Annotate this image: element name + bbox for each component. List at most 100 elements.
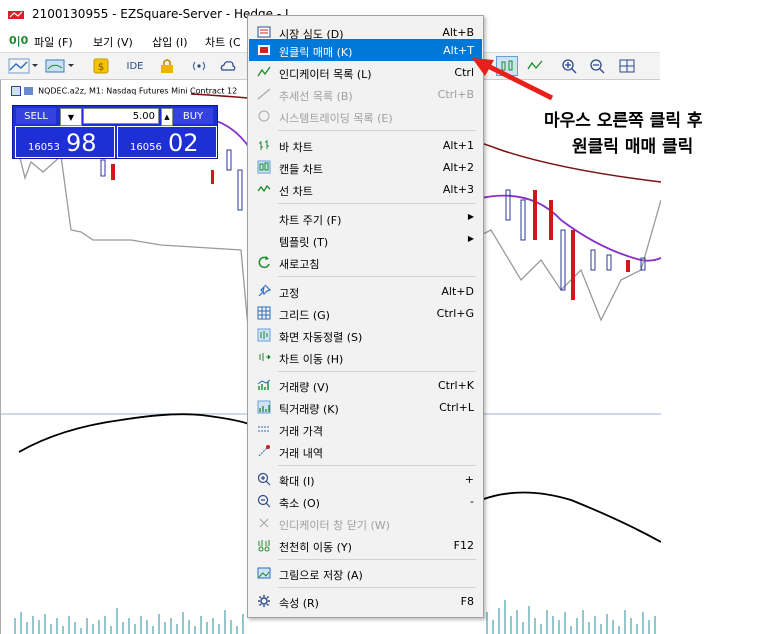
menu-separator [278, 130, 476, 131]
menu-item-grid[interactable]: 그리드 (G) Ctrl+G [249, 302, 482, 324]
grid-button[interactable] [618, 56, 636, 76]
chevron-down-icon: ▼ [67, 112, 75, 122]
chevron-up-icon: ▲ [164, 113, 170, 121]
annotation-text: 마우스 오른쪽 클릭 후 원클릭 매매 클릭 [544, 106, 773, 166]
menu-item-zoom-out[interactable]: 축소 (O) - [249, 490, 482, 512]
menu-item-label: 거래 가격 [279, 425, 323, 438]
menu-item-label: 틱거래량 (K) [279, 403, 339, 416]
ide-button[interactable]: IDE [122, 56, 148, 76]
sell-button[interactable]: SELL [16, 108, 56, 124]
chart-context-menu: 시장 심도 (D) Alt+B 원클릭 매매 (K) Alt+T 인디케이터 목… [247, 15, 484, 618]
menu-item-trendline-list: 추세선 목록 (B) Ctrl+B [249, 83, 482, 105]
menu-item-tick-volume[interactable]: 틱거래량 (K) Ctrl+L [249, 396, 482, 418]
sell-price-suffix: 98 [66, 129, 97, 157]
menu-item-label: 캔들 차트 [279, 163, 323, 176]
lots-input[interactable]: 5.00 [83, 108, 159, 124]
zoom-out-button[interactable] [588, 56, 606, 76]
menu-item-shortcut: Ctrl+L [439, 401, 474, 414]
menu-item-label: 속성 (R) [279, 597, 319, 610]
menu-separator [278, 559, 476, 560]
annotation-line-1: 마우스 오른쪽 클릭 후 [544, 111, 703, 131]
cloud-button[interactable] [218, 56, 238, 76]
sell-price-box[interactable]: 16053 98 [15, 126, 115, 158]
chart-type-dropdown[interactable] [6, 56, 40, 76]
menu-item-trade-price[interactable]: 거래 가격 [249, 418, 482, 440]
pin-icon [258, 284, 271, 297]
menu-item-label: 원클릭 매매 (K) [279, 46, 353, 59]
menu-item-label: 인디케이터 목록 (L) [279, 68, 372, 81]
trade-price-icon [258, 426, 270, 432]
annotation-arrow [472, 58, 554, 101]
signal-button[interactable] [190, 56, 208, 76]
zoom-in-icon [257, 472, 271, 486]
menu-item-candle-chart[interactable]: 캔들 차트 Alt+2 [249, 156, 482, 178]
menu-item-templates[interactable]: 템플릿 (T) ▶ [249, 229, 482, 251]
menu-item-label: 그림으로 저장 (A) [279, 569, 363, 582]
menu-item-label: 선 차트 [279, 185, 313, 198]
auto-scroll-icon [257, 328, 271, 342]
buy-price-box[interactable]: 16056 02 [117, 126, 217, 158]
app-logo-icon [8, 11, 24, 19]
menu-separator [278, 276, 476, 277]
menu-item-shortcut: Alt+3 [442, 183, 474, 196]
menu-item-shortcut: Alt+D [441, 285, 474, 298]
template-dropdown[interactable] [42, 56, 76, 76]
dollar-button[interactable]: $ [92, 56, 110, 76]
buy-button[interactable]: BUY [173, 108, 213, 124]
menu-item-indicator-list[interactable]: 인디케이터 목록 (L) Ctrl [249, 61, 482, 83]
refresh-icon [258, 256, 270, 269]
zoom-in-icon [562, 59, 577, 74]
buy-price-suffix: 02 [168, 129, 199, 157]
menu-item-shortcut: Ctrl+K [437, 379, 474, 392]
system-trading-icon [258, 110, 270, 122]
menu-item-pin[interactable]: 고정 Alt+D [249, 280, 482, 302]
close-icon [259, 518, 269, 528]
menu-item-refresh[interactable]: 새로고침 [249, 251, 482, 273]
menu-item-shortcut: Ctrl+G [436, 307, 474, 320]
cloud-icon [220, 61, 236, 71]
trendline-list-icon [257, 88, 271, 100]
menu-item-step-move[interactable]: 천천히 이동 (Y) F12 [249, 534, 482, 556]
menu-item-zoom-in[interactable]: 확대 (I) + [249, 468, 482, 490]
app-menu-icon[interactable]: 0|0 [9, 34, 28, 47]
menu-item-volume[interactable]: 거래량 (V) Ctrl+K [249, 374, 482, 396]
grid-icon [257, 306, 271, 320]
menu-chart[interactable]: 차트 (C [205, 34, 241, 50]
one-click-toggle-icon[interactable] [23, 87, 33, 95]
sell-price-prefix: 16053 [28, 142, 60, 153]
menu-item-one-click-trading[interactable]: 원클릭 매매 (K) Alt+T [249, 39, 482, 61]
menu-separator [278, 371, 476, 372]
menu-item-shortcut: Alt+2 [442, 161, 474, 174]
menu-view[interactable]: 보기 (V) [93, 34, 133, 50]
indicator-list-icon [257, 66, 271, 77]
one-click-trade-panel: SELL ▼ 5.00 ▲ BUY 16053 98 16056 02 [12, 105, 218, 159]
menu-item-label: 확대 (I) [279, 475, 315, 488]
buy-price-prefix: 16056 [130, 142, 162, 153]
chart-window-icon [11, 86, 21, 96]
menu-item-close-indicator-window: 인디케이터 창 닫기 (W) [249, 512, 482, 534]
lots-dropdown[interactable]: ▼ [60, 108, 82, 126]
menu-item-properties[interactable]: 속성 (R) F8 [249, 590, 482, 612]
menu-item-auto-scroll[interactable]: 화면 자동정렬 (S) [249, 324, 482, 346]
menu-item-trade-history[interactable]: 거래 내역 [249, 440, 482, 462]
menu-item-label: 차트 주기 (F) [279, 214, 342, 227]
menu-item-save-picture[interactable]: 그림으로 저장 (A) [249, 562, 482, 584]
lots-stepper[interactable]: ▲ [161, 108, 173, 126]
lock-button[interactable] [158, 56, 176, 76]
properties-icon [258, 595, 270, 607]
menu-item-timeframes[interactable]: 차트 주기 (F) ▶ [249, 207, 482, 229]
chart-title: NQDEC.a2z, M1: Nasdaq Futures Mini Contr… [11, 86, 237, 96]
menu-item-line-chart[interactable]: 선 차트 Alt+3 [249, 178, 482, 200]
menu-item-bar-chart[interactable]: 바 차트 Alt+1 [249, 134, 482, 156]
menu-insert[interactable]: 삽입 (I) [152, 34, 188, 50]
menu-item-chart-shift[interactable]: 차트 이동 (H) [249, 346, 482, 368]
svg-text:$: $ [98, 62, 104, 73]
menu-item-label: 거래량 (V) [279, 381, 329, 394]
tick-volume-icon [257, 400, 271, 414]
menu-item-label: 새로고침 [279, 258, 320, 271]
zoom-in-button[interactable] [560, 56, 578, 76]
menu-file[interactable]: 파일 (F) [34, 34, 73, 50]
menu-item-shortcut: F12 [453, 539, 474, 552]
menu-item-shortcut: + [464, 473, 474, 486]
one-click-trading-icon [258, 45, 270, 55]
